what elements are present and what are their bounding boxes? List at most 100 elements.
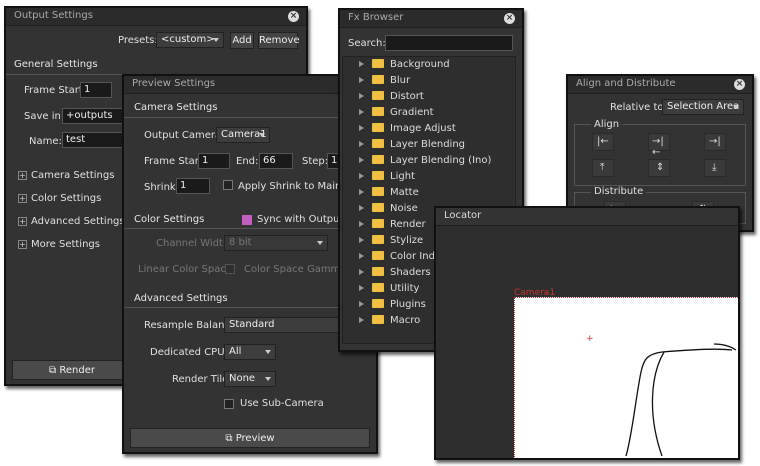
color-settings-header: Color Settings: [134, 214, 205, 225]
relative-to-dropdown[interactable]: Selection Area: [662, 99, 744, 115]
use-sub-camera-checkbox[interactable]: [224, 399, 234, 409]
folder-icon: [372, 235, 384, 244]
remove-preset-button[interactable]: Remove: [258, 32, 300, 49]
folder-icon: [372, 91, 384, 100]
drawing-sketch: [625, 343, 737, 457]
expand-icon: +: [18, 194, 27, 203]
search-input[interactable]: [385, 35, 513, 51]
chevron-down-icon: [213, 38, 219, 42]
frame-start-field[interactable]: 1: [80, 82, 112, 98]
fx-item-blur[interactable]: Blur: [359, 75, 410, 91]
folder-icon: [372, 107, 384, 116]
fx-browser-titlebar[interactable]: Fx Browser ×: [340, 10, 522, 28]
render-tile-dropdown[interactable]: None: [224, 371, 276, 387]
name-field[interactable]: test: [62, 132, 126, 148]
fx-item-render[interactable]: Render: [359, 219, 426, 235]
fx-item-image-adjust[interactable]: Image Adjust: [359, 123, 456, 139]
expand-arrow-icon: [359, 93, 364, 99]
fx-item-matte[interactable]: Matte: [359, 187, 419, 203]
fx-item-shaders[interactable]: Shaders: [359, 267, 431, 283]
add-preset-button[interactable]: Add: [230, 32, 254, 49]
align-distribute-title: Align and Distribute: [576, 78, 676, 89]
fx-item-macro[interactable]: Macro: [359, 315, 420, 331]
align-header: Align: [591, 119, 623, 130]
preview-frame-start-field[interactable]: 1: [198, 153, 230, 169]
fx-item-utility[interactable]: Utility: [359, 283, 419, 299]
folder-icon: [372, 219, 384, 228]
align-right-button[interactable]: →|: [704, 133, 726, 151]
preview-settings-title: Preview Settings: [132, 78, 216, 89]
close-icon[interactable]: ×: [504, 13, 515, 24]
align-bottom-button[interactable]: ⤓: [704, 159, 726, 177]
fx-item-color-index[interactable]: Color Inde: [359, 251, 441, 267]
frame-start-label: Frame Start:: [24, 85, 87, 96]
shrink-field[interactable]: 1: [176, 178, 210, 194]
sync-checkbox[interactable]: [242, 215, 252, 225]
align-left-button[interactable]: |←: [592, 133, 614, 151]
expand-arrow-icon: [359, 285, 364, 291]
align-top-icon: ⤒: [600, 162, 605, 173]
section-more-settings[interactable]: + More Settings: [18, 239, 100, 250]
close-icon[interactable]: ×: [734, 79, 745, 90]
align-center-vertical-button[interactable]: ⇕: [648, 159, 670, 177]
fx-browser-title: Fx Browser: [348, 12, 404, 23]
align-group: Align |← →|← →| ⤒ ⇕ ⤓: [574, 119, 746, 186]
align-center-horizontal-button[interactable]: →|←: [648, 133, 670, 158]
end-field[interactable]: 66: [259, 153, 293, 169]
presets-label: Presets:: [118, 35, 158, 46]
save-in-label: Save in:: [24, 111, 65, 122]
shrink-label: Shrink:: [144, 182, 180, 193]
chevron-down-icon: [733, 105, 739, 109]
fx-item-layer-blending[interactable]: Layer Blending: [359, 139, 465, 155]
expand-arrow-icon: [359, 301, 364, 307]
align-left-icon: |←: [597, 136, 609, 147]
channel-width-dropdown[interactable]: 8 bit: [224, 235, 328, 251]
expand-arrow-icon: [359, 109, 364, 115]
output-settings-titlebar[interactable]: Output Settings ×: [6, 8, 306, 26]
save-in-field[interactable]: +outputs: [62, 108, 126, 124]
apply-shrink-checkbox[interactable]: [223, 180, 233, 190]
output-camera-dropdown[interactable]: Camera1: [216, 127, 270, 143]
dedicated-cpus-dropdown[interactable]: All: [224, 344, 276, 360]
close-icon[interactable]: ×: [288, 11, 299, 22]
presets-value: <custom>: [161, 34, 215, 45]
preview-button[interactable]: ⧉ Preview: [130, 428, 370, 448]
expand-arrow-icon: [359, 61, 364, 67]
fx-item-light[interactable]: Light: [359, 171, 415, 187]
presets-dropdown[interactable]: <custom>: [156, 32, 224, 48]
align-center-vertical-icon: ⇕: [656, 162, 665, 173]
fx-item-noise[interactable]: Noise: [359, 203, 418, 219]
folder-icon: [372, 75, 384, 84]
search-label: Search:: [348, 38, 386, 49]
expand-arrow-icon: [359, 205, 364, 211]
fx-item-stylize[interactable]: Stylize: [359, 235, 423, 251]
output-camera-label: Output Camera:: [144, 130, 225, 141]
relative-to-label: Relative to:: [610, 102, 667, 113]
align-top-button[interactable]: ⤒: [592, 159, 614, 177]
resample-balance-dropdown[interactable]: Standard: [224, 317, 344, 333]
align-bottom-icon: ⤓: [712, 162, 717, 173]
section-advanced-settings[interactable]: + Advanced Settings: [18, 216, 125, 227]
folder-icon: [372, 251, 384, 260]
fx-item-gradient[interactable]: Gradient: [359, 107, 434, 123]
section-camera-settings[interactable]: + Camera Settings: [18, 170, 114, 181]
linear-color-space-checkbox[interactable]: [225, 264, 235, 274]
channel-width-label: Channel Width:: [156, 238, 233, 249]
align-distribute-titlebar[interactable]: Align and Distribute ×: [568, 76, 752, 94]
render-tile-label: Render Tile:: [172, 374, 232, 385]
fx-item-distort[interactable]: Distort: [359, 91, 424, 107]
expand-arrow-icon: [359, 125, 364, 131]
locator-titlebar[interactable]: Locator: [436, 208, 738, 226]
folder-icon: [372, 155, 384, 164]
general-settings-header: General Settings: [14, 59, 98, 70]
fx-item-layer-blending-ino[interactable]: Layer Blending (Ino): [359, 155, 491, 171]
folder-icon: [372, 315, 384, 324]
locator-viewport[interactable]: Camera1 +: [436, 226, 738, 458]
folder-icon: [372, 139, 384, 148]
render-button[interactable]: ⧉ Render: [12, 360, 132, 380]
fx-item-background[interactable]: Background: [359, 59, 450, 75]
chevron-down-icon: [259, 133, 265, 137]
fx-item-plugins[interactable]: Plugins: [359, 299, 426, 315]
section-color-settings[interactable]: + Color Settings: [18, 193, 101, 204]
render-icon: ⧉: [49, 365, 60, 376]
